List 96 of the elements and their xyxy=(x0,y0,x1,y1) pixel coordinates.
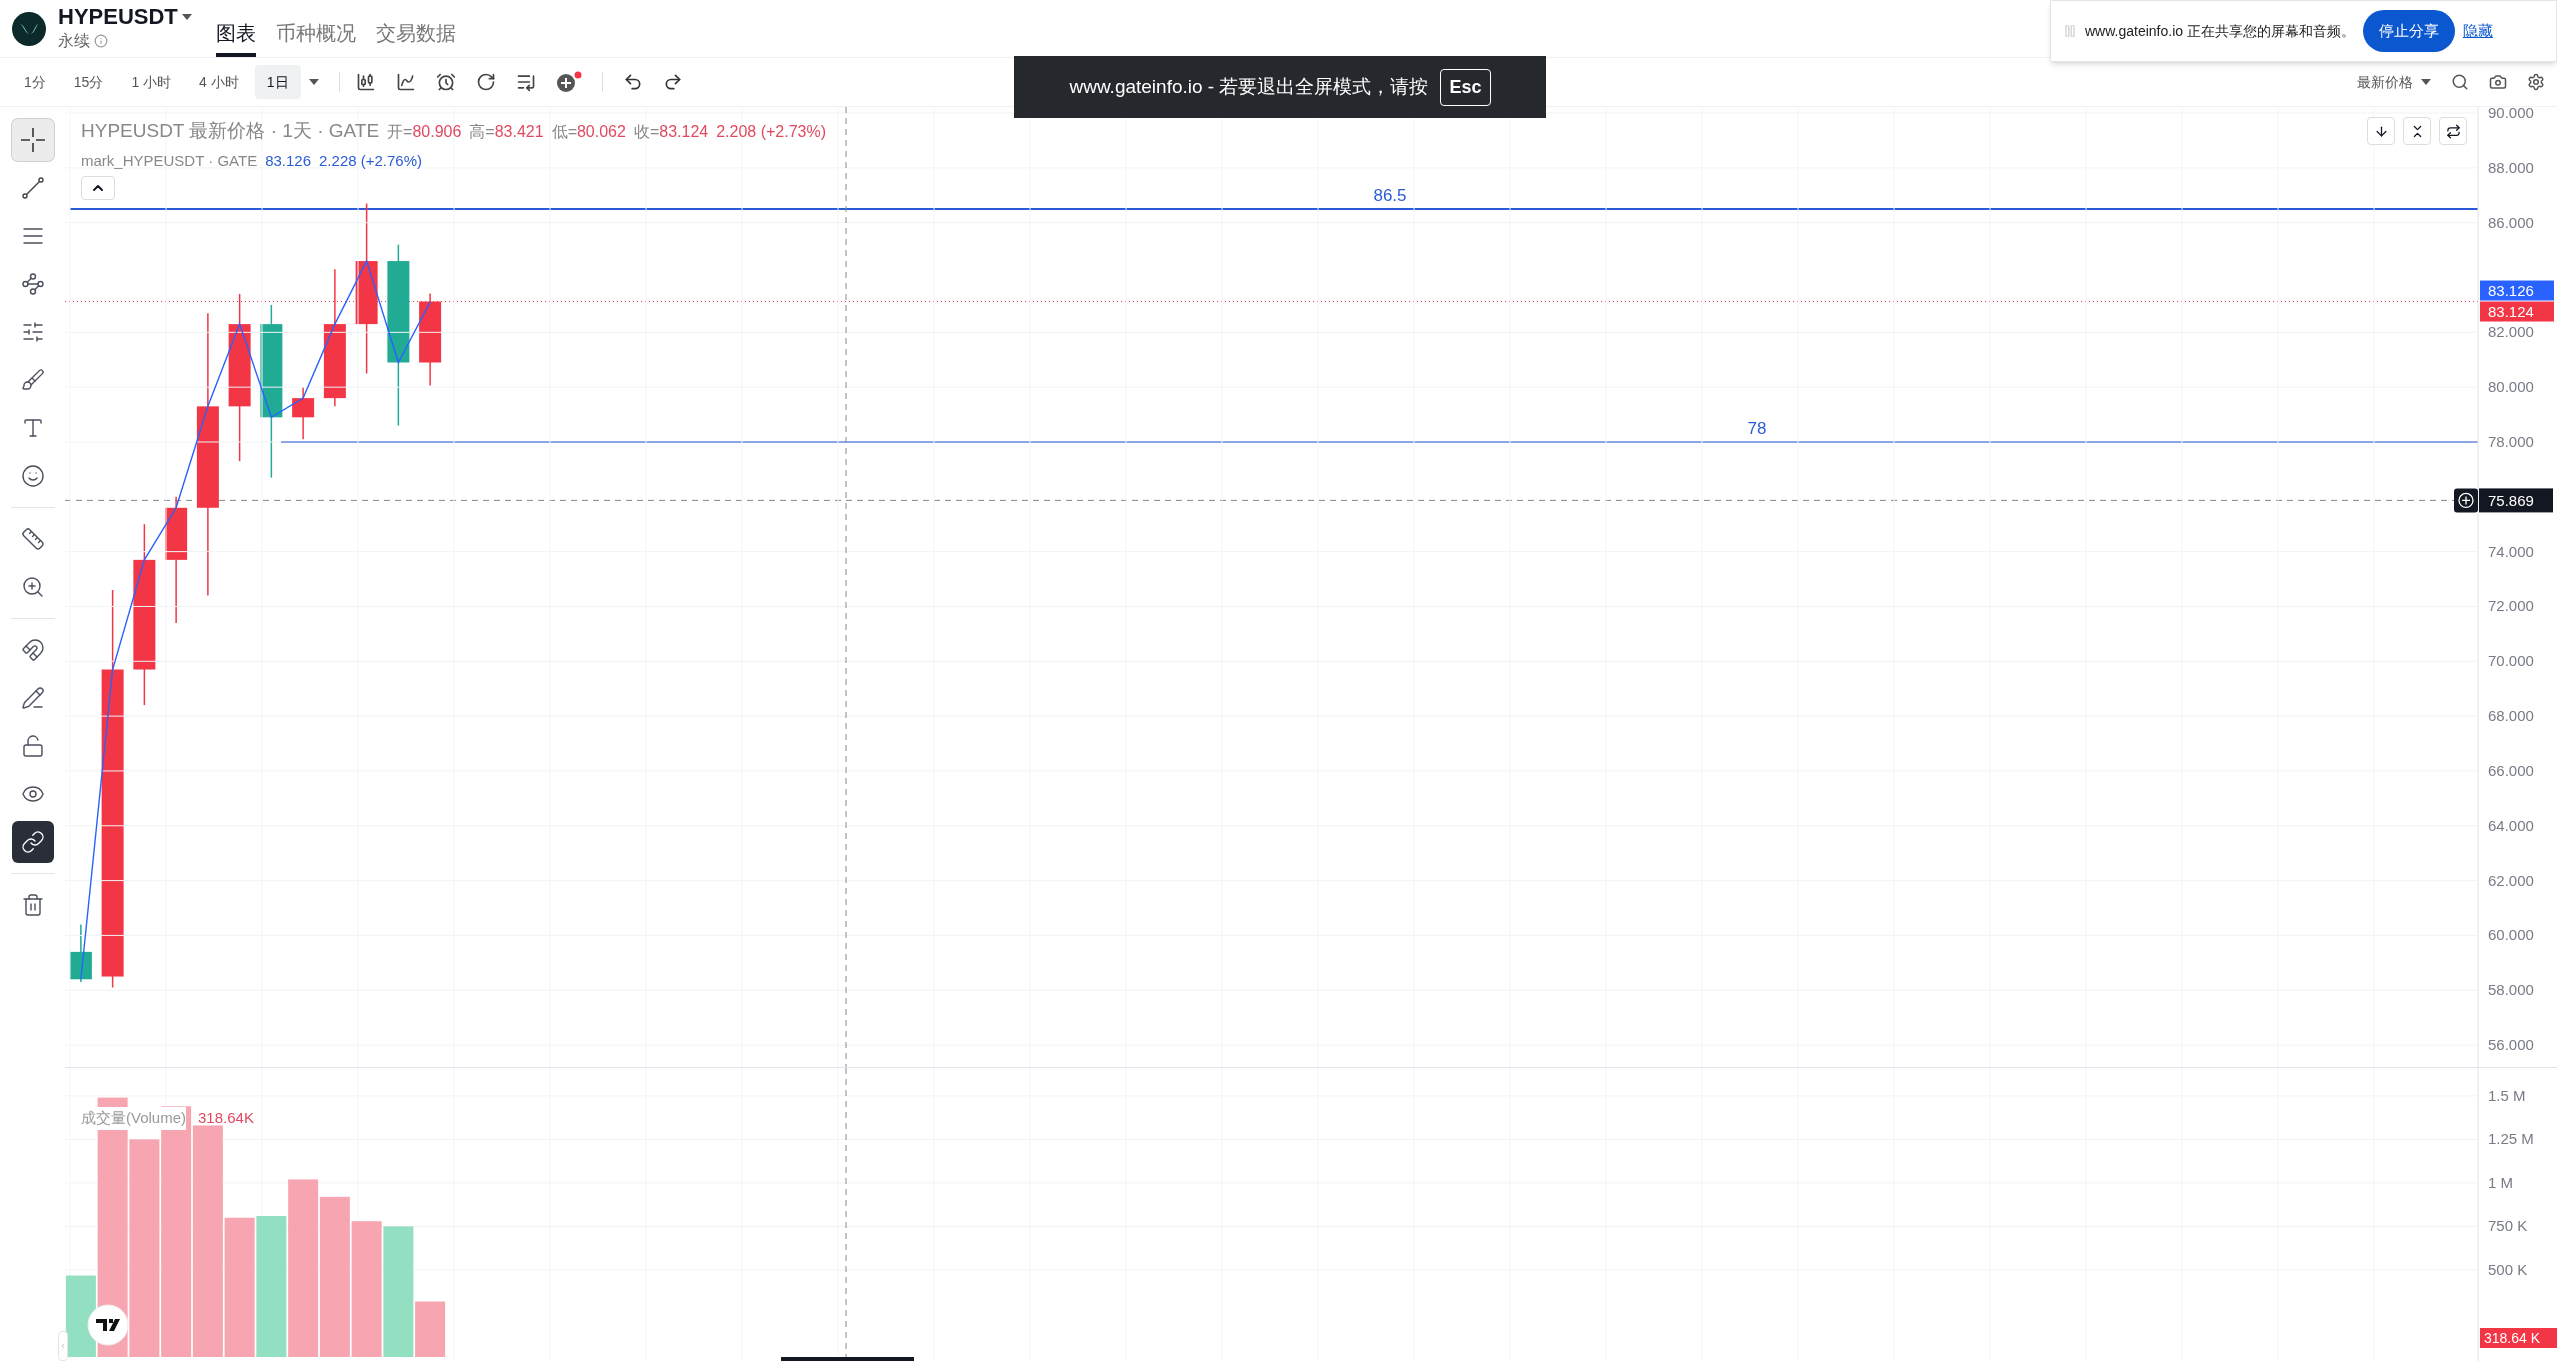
interval-caret-icon xyxy=(308,79,319,85)
crosshair-icon xyxy=(19,127,46,153)
scroll-down-button[interactable] xyxy=(2367,117,2395,145)
caret-icon xyxy=(2421,79,2431,85)
axis-tick-label: 56.000 xyxy=(2488,1036,2534,1054)
link-icon xyxy=(20,830,45,854)
axis-tick-label: 90.000 xyxy=(2488,107,2534,122)
volume-tag: 318.64 K xyxy=(2480,1328,2557,1348)
repeat-icon xyxy=(2445,123,2461,139)
axis-tick-label: 70.000 xyxy=(2488,652,2534,670)
axis-tick-label: 82.000 xyxy=(2488,323,2534,341)
alarm-icon[interactable] xyxy=(435,72,456,92)
axis-tick-label: 1.25 M xyxy=(2488,1130,2534,1148)
undo-icon[interactable] xyxy=(622,72,643,92)
brush-icon xyxy=(20,368,45,392)
volume-title: 成交量(Volume) xyxy=(81,1107,187,1130)
interval-button[interactable]: 1日 xyxy=(254,65,301,99)
search-icon[interactable] xyxy=(2451,73,2469,91)
arrow-down-icon xyxy=(2373,123,2389,139)
interval-button[interactable]: 4 小时 xyxy=(187,65,251,99)
fullscreen-notice-text: www.gateinfo.io - 若要退出全屏模式，请按 xyxy=(1069,74,1429,99)
pencil-icon xyxy=(20,686,45,710)
axis-tick-label: 64.000 xyxy=(2488,816,2534,834)
add-circle-icon[interactable] xyxy=(555,71,582,93)
mark-price-value: 83.126 xyxy=(265,150,312,171)
info-icon xyxy=(94,33,108,48)
trend-line-icon xyxy=(20,176,45,200)
level-label: 78 xyxy=(1747,419,1767,438)
drawing-tool-button[interactable] xyxy=(11,821,54,863)
tab[interactable]: 交易数据 xyxy=(375,0,456,57)
reset-button[interactable] xyxy=(2439,117,2467,145)
axis-tick-label: 1.5 M xyxy=(2488,1086,2526,1104)
sliders-icon xyxy=(20,320,45,344)
pattern-icon xyxy=(20,272,45,296)
smile-icon xyxy=(20,464,45,488)
axis-tick-label: 1 M xyxy=(2488,1173,2513,1191)
legend-title: HYPEUSDT 最新价格 · 1天 · GATE xyxy=(81,119,380,143)
axis-tick-label: 72.000 xyxy=(2488,597,2534,615)
logo-badge xyxy=(87,1304,129,1346)
lock-icon xyxy=(20,734,45,758)
tab[interactable]: 图表 xyxy=(215,0,256,57)
price-tag-label: 83.124 xyxy=(2488,302,2534,320)
ohlc-value: 开=80.906 xyxy=(387,122,462,142)
axis-tick-label: 750 K xyxy=(2488,1217,2528,1235)
ohlc-value: 收=83.124 xyxy=(633,122,709,142)
mark-price-change: 2.228 (+2.76%) xyxy=(319,150,423,171)
axis-tick-label: 80.000 xyxy=(2488,378,2534,396)
magnet-icon xyxy=(20,638,45,662)
level-label: 86.5 xyxy=(1373,186,1407,205)
interval-button[interactable]: 15分 xyxy=(61,65,116,99)
axis-tick-label: 66.000 xyxy=(2488,761,2534,779)
zoom-in-icon xyxy=(20,575,45,599)
price-tag-label: 83.126 xyxy=(2488,281,2534,299)
price-change: 2.208 (+2.73%) xyxy=(716,122,827,142)
list-icon[interactable] xyxy=(515,72,536,92)
axis-tick-label: 500 K xyxy=(2488,1260,2528,1278)
chevron-left-icon xyxy=(59,1341,67,1351)
indicator-chart-icon[interactable] xyxy=(395,72,416,92)
ohlc-value: 高=83.421 xyxy=(469,122,544,142)
candle xyxy=(292,386,315,440)
esc-key: Esc xyxy=(1440,68,1491,106)
axis-tick-label: 58.000 xyxy=(2488,981,2534,999)
contract-type: 永续 xyxy=(58,30,90,51)
interval-button[interactable]: 1 小时 xyxy=(119,65,184,99)
symbol-title[interactable]: HYPEUSDT xyxy=(58,4,178,29)
symbol-caret-icon xyxy=(181,13,192,20)
logo-icon xyxy=(12,11,46,46)
candlestick-icon[interactable] xyxy=(355,72,376,92)
ohlc-value: 低=80.062 xyxy=(551,122,626,142)
price-source-dropdown[interactable]: 最新价格 xyxy=(2357,71,2431,93)
axis-tick-label: 62.000 xyxy=(2488,871,2534,889)
tab[interactable]: 币种概况 xyxy=(275,0,356,57)
settings-icon[interactable] xyxy=(2527,73,2545,91)
axis-tick-label: 86.000 xyxy=(2488,213,2534,231)
ruler-icon xyxy=(20,527,45,551)
axis-tick-label: 74.000 xyxy=(2488,542,2534,560)
interval-button[interactable]: 1分 xyxy=(12,65,58,99)
drag-handle-icon[interactable] xyxy=(2063,24,2077,38)
collapse-button[interactable] xyxy=(2403,117,2431,145)
hide-link[interactable]: 隐藏 xyxy=(2462,19,2493,43)
crosshair-price: 75.869 xyxy=(2488,492,2534,510)
add-alert-icon[interactable] xyxy=(2454,488,2478,513)
axis-tick-label: 60.000 xyxy=(2488,926,2534,944)
axis-tick-label: 88.000 xyxy=(2488,158,2534,176)
share-bar-text: www.gateinfo.io 正在共享您的屏幕和音频。 xyxy=(2085,21,2355,41)
replay-icon[interactable] xyxy=(475,72,496,92)
mark-price-name: mark_HYPEUSDT · GATE xyxy=(81,150,258,171)
collapse-legend-button[interactable] xyxy=(81,176,115,200)
camera-icon[interactable] xyxy=(2489,73,2507,91)
stop-sharing-button[interactable]: 停止分享 xyxy=(2362,10,2455,52)
trash-icon xyxy=(20,893,45,917)
horizontal-level-line[interactable] xyxy=(69,208,2479,210)
axis-tick-label: 68.000 xyxy=(2488,707,2534,725)
candle xyxy=(69,923,92,983)
axis-tick-label: 78.000 xyxy=(2488,433,2534,450)
volume-value: 318.64K xyxy=(198,1108,254,1128)
